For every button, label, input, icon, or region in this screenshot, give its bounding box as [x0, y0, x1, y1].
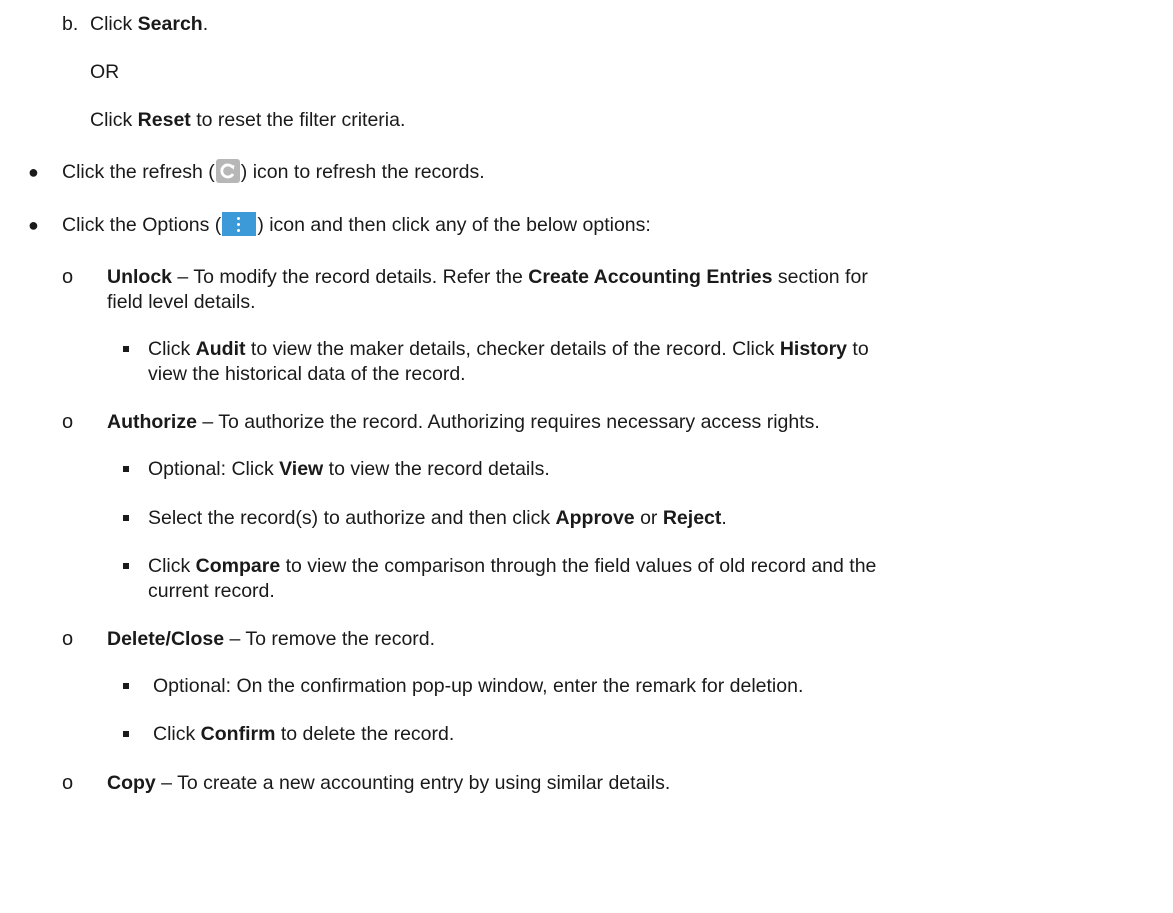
approve-term: Approve: [555, 507, 635, 529]
view-term: View: [279, 458, 324, 480]
reset-term: Reset: [137, 109, 191, 131]
delete-item: Delete/Close – To remove the record.: [107, 628, 436, 650]
circle-bullet: o: [62, 628, 74, 650]
unlock-item: Unlock – To modify the record details. R…: [107, 266, 868, 288]
square-bullet: [123, 563, 129, 569]
history-term: History: [779, 338, 847, 360]
square-bullet: [123, 731, 129, 737]
square-bullet: [123, 515, 129, 521]
circle-bullet: o: [62, 266, 74, 288]
square-bullet: [123, 683, 129, 689]
view-instruction: Optional: Click View to view the record …: [148, 458, 550, 480]
refresh-icon: [215, 159, 240, 183]
refresh-instruction: Click the refresh () icon to refresh the…: [62, 159, 485, 183]
delete-close-term: Delete/Close: [107, 628, 225, 650]
compare-instruction: Click Compare to view the comparison thr…: [148, 555, 877, 577]
select-instruction: Select the record(s) to authorize and th…: [148, 507, 727, 529]
compare-instruction-cont: current record.: [148, 580, 275, 602]
search-term: Search: [137, 13, 203, 35]
circle-bullet: o: [62, 411, 74, 433]
or-text: OR: [90, 61, 120, 83]
search-instruction: Click Search.: [90, 13, 209, 35]
compare-term: Compare: [195, 555, 281, 577]
deletion-remark-instruction: Optional: On the confirmation pop-up win…: [153, 675, 804, 697]
bullet: ●: [28, 215, 39, 235]
options-instruction: Click the Options () icon and then click…: [62, 212, 651, 236]
unlock-term: Unlock: [107, 266, 173, 288]
options-icon: [222, 212, 257, 236]
create-accounting-entries-ref: Create Accounting Entries: [528, 266, 773, 288]
authorize-item: Authorize – To authorize the record. Aut…: [107, 411, 820, 433]
unlock-item-cont: field level details.: [107, 291, 256, 313]
copy-term: Copy: [107, 772, 156, 794]
confirm-term: Confirm: [200, 723, 276, 745]
audit-instruction: Click Audit to view the maker details, c…: [148, 338, 869, 360]
copy-item: Copy – To create a new accounting entry …: [107, 772, 671, 794]
step-b-label: b.: [62, 13, 79, 35]
confirm-instruction: Click Confirm to delete the record.: [153, 723, 455, 745]
authorize-term: Authorize: [107, 411, 197, 433]
reject-term: Reject: [662, 507, 722, 529]
audit-instruction-cont: view the historical data of the record.: [148, 363, 466, 385]
square-bullet: [123, 346, 129, 352]
square-bullet: [123, 466, 129, 472]
reset-instruction: Click Reset to reset the filter criteria…: [90, 109, 406, 131]
audit-term: Audit: [195, 338, 246, 360]
bullet: ●: [28, 162, 39, 182]
circle-bullet: o: [62, 772, 74, 794]
